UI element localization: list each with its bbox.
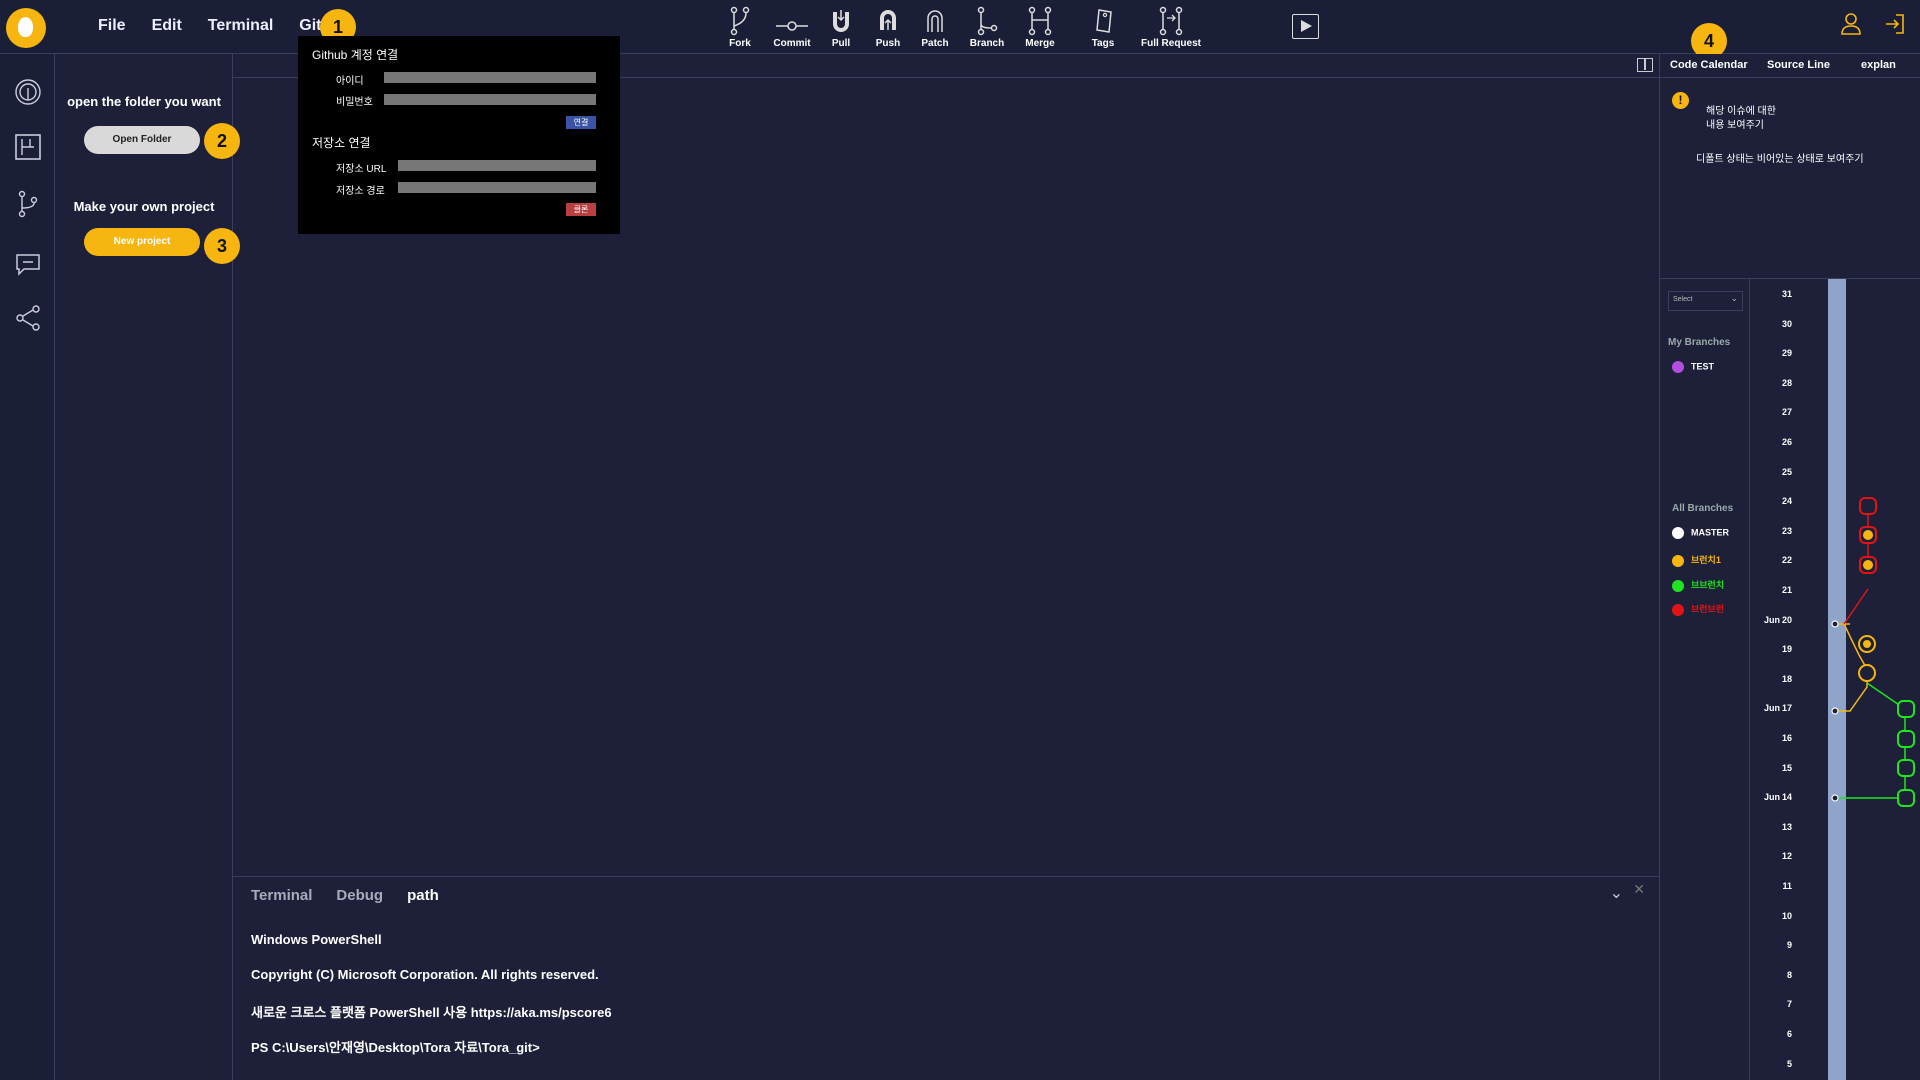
- pull-request-icon: [1159, 6, 1183, 36]
- push-icon: [880, 10, 896, 30]
- password-input[interactable]: [384, 94, 596, 105]
- new-project-prompt: Make your own project: [73, 199, 215, 214]
- patch-icon: [927, 10, 943, 32]
- chevron-down-icon[interactable]: ⌄: [1610, 883, 1623, 903]
- new-project-button[interactable]: New project: [84, 228, 200, 256]
- activity-rail: [0, 54, 55, 1080]
- connect-button[interactable]: 연결: [566, 116, 596, 129]
- right-panel: Code Calendar Source Line explan ! 해당 이슈…: [1659, 54, 1920, 1080]
- tab-debug[interactable]: Debug: [336, 887, 383, 904]
- commit-node[interactable]: [1897, 700, 1915, 718]
- commit-node[interactable]: [1859, 497, 1877, 515]
- merge-icon: [1028, 6, 1052, 36]
- chat-icon[interactable]: [14, 250, 42, 278]
- git-connect-popup: Github 계정 연결 아이디 비밀번호 연결 저장소 연결 저장소 URL …: [298, 36, 620, 234]
- app-logo: [6, 8, 46, 48]
- commit-node[interactable]: [1858, 664, 1876, 682]
- explorer-panel: open the folder you want Open Folder Mak…: [55, 54, 233, 1080]
- patch-label: Patch: [921, 38, 949, 49]
- source-control-icon[interactable]: [14, 190, 42, 218]
- tab-source-line[interactable]: Source Line: [1767, 59, 1830, 71]
- commit-icon: [776, 21, 808, 31]
- patch-button[interactable]: Patch: [905, 6, 965, 49]
- issue-detail-text: 내용 보여주기: [1706, 120, 1764, 131]
- commit-node[interactable]: [1897, 730, 1915, 748]
- fork-button[interactable]: Fork: [710, 6, 770, 49]
- full-request-button[interactable]: Full Request: [1131, 6, 1211, 49]
- menu-bar: File Edit Terminal Git: [98, 17, 322, 35]
- commit-node[interactable]: [1831, 620, 1839, 628]
- warning-icon: !: [1672, 92, 1689, 109]
- terminal-line: Windows PowerShell: [251, 932, 382, 947]
- tab-path[interactable]: path: [407, 887, 439, 904]
- merge-label: Merge: [1025, 38, 1055, 49]
- book-icon[interactable]: [1637, 58, 1653, 72]
- user-icon[interactable]: [1840, 12, 1862, 36]
- warning-icon: [1863, 530, 1873, 540]
- terminal-line: 새로운 크로스 플랫폼 PowerShell 사용 https://aka.ms…: [251, 1005, 612, 1020]
- branch-button[interactable]: Branch: [957, 6, 1017, 49]
- commit-node[interactable]: [1897, 789, 1915, 807]
- default-state-note: 디폴트 상태는 비어있는 상태로 보여주기: [1696, 154, 1864, 165]
- close-icon[interactable]: ✕: [1633, 881, 1645, 898]
- fork-label: Fork: [729, 38, 751, 49]
- warning-icon: [1863, 640, 1871, 648]
- tag-icon: [1096, 9, 1112, 33]
- tab-explan[interactable]: explan: [1861, 59, 1896, 71]
- run-button[interactable]: [1292, 14, 1319, 39]
- logout-icon[interactable]: [1884, 12, 1906, 36]
- id-label: 아이디: [336, 76, 364, 87]
- full-request-label: Full Request: [1140, 38, 1201, 49]
- issue-detail-text: 해당 이슈에 대한: [1706, 106, 1776, 117]
- branch-label: Branch: [969, 38, 1005, 49]
- repo-path-label: 저장소 경로: [336, 186, 385, 197]
- top-bar: File Edit Terminal Git Fork Commit Pull …: [0, 0, 1920, 54]
- account-section-title: Github 계정 연결: [312, 48, 399, 62]
- warning-icon: [1863, 560, 1873, 570]
- commit-node[interactable]: [1831, 794, 1839, 802]
- explorer-icon[interactable]: [14, 133, 42, 161]
- menu-terminal[interactable]: Terminal: [208, 17, 274, 35]
- step-badge-2: 2: [204, 123, 240, 159]
- repo-url-label: 저장소 URL: [336, 164, 387, 175]
- menu-edit[interactable]: Edit: [152, 17, 182, 35]
- tab-code-calendar[interactable]: Code Calendar: [1670, 59, 1748, 71]
- id-input[interactable]: [384, 72, 596, 83]
- tags-label: Tags: [1091, 38, 1115, 49]
- merge-button[interactable]: Merge: [1010, 6, 1070, 49]
- menu-git[interactable]: Git: [299, 17, 321, 35]
- commit-graph: [1831, 497, 1915, 807]
- menu-file[interactable]: File: [98, 17, 126, 35]
- tags-button[interactable]: Tags: [1073, 6, 1133, 49]
- right-panel-tabs: Code Calendar Source Line explan: [1660, 54, 1920, 78]
- commit-node[interactable]: [1897, 759, 1915, 777]
- terminal-tabs: Terminal Debug path: [251, 887, 439, 904]
- terminal-panel: Terminal Debug path ⌄ ✕ Windows PowerShe…: [233, 876, 1659, 1080]
- share-icon[interactable]: [14, 304, 42, 332]
- code-calendar: Select My Branches TEST All Branches MAS…: [1660, 278, 1920, 1080]
- open-folder-prompt: open the folder you want: [67, 94, 221, 109]
- terminal-prompt: PS C:\Users\안재영\Desktop\Tora 자료\Tora_git…: [251, 1040, 540, 1055]
- commit-node[interactable]: [1831, 707, 1839, 715]
- password-label: 비밀번호: [336, 97, 373, 108]
- repo-url-input[interactable]: [398, 160, 596, 171]
- fork-icon: [730, 6, 750, 36]
- clone-button[interactable]: 클론: [566, 203, 596, 216]
- pull-icon: [833, 10, 849, 32]
- step-badge-3: 3: [204, 228, 240, 264]
- open-folder-button[interactable]: Open Folder: [84, 126, 200, 154]
- repo-path-input[interactable]: [398, 182, 596, 193]
- repo-section-title: 저장소 연결: [312, 136, 371, 150]
- branch-icon: [977, 6, 998, 36]
- fingerprint-icon[interactable]: [14, 78, 42, 106]
- terminal-line: Copyright (C) Microsoft Corporation. All…: [251, 967, 599, 982]
- tab-terminal[interactable]: Terminal: [251, 887, 312, 904]
